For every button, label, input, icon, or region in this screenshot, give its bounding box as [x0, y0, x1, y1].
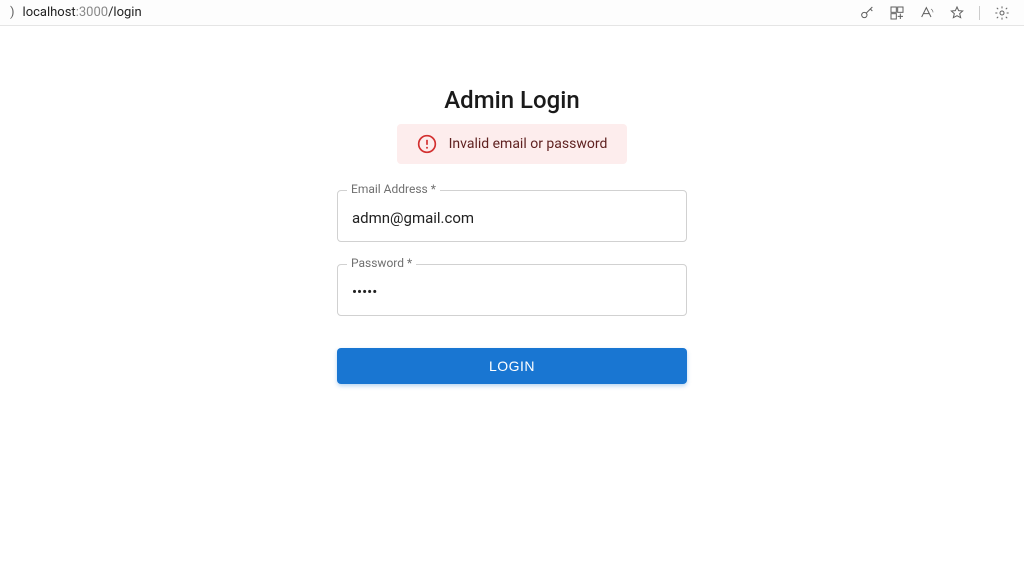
password-label: Password * [347, 256, 416, 270]
url-display[interactable]: ) localhost:3000/login [6, 5, 142, 20]
read-aloud-icon[interactable] [919, 5, 935, 21]
extensions-icon[interactable] [889, 5, 905, 21]
page-title: Admin Login [444, 86, 579, 114]
password-field-wrapper: Password * [337, 264, 687, 316]
login-form: Email Address * Password * LOGIN [337, 190, 687, 384]
error-alert: Invalid email or password [397, 124, 628, 164]
key-icon[interactable] [859, 5, 875, 21]
url-path: /login [108, 5, 142, 20]
email-label: Email Address * [347, 182, 440, 196]
email-field-wrapper: Email Address * [337, 190, 687, 242]
settings-icon[interactable] [994, 5, 1010, 21]
browser-address-bar: ) localhost:3000/login [0, 0, 1024, 26]
browser-toolbar-icons [859, 5, 1018, 21]
login-page: Admin Login Invalid email or password Em… [0, 26, 1024, 384]
email-field[interactable] [337, 190, 687, 242]
url-port: :3000 [76, 5, 108, 20]
favorite-icon[interactable] [949, 5, 965, 21]
url-prefix: ) [10, 5, 15, 20]
toolbar-divider [979, 6, 980, 20]
url-host: localhost [23, 5, 76, 20]
password-field[interactable] [337, 264, 687, 316]
error-icon [417, 134, 437, 154]
error-text: Invalid email or password [449, 136, 608, 152]
login-button[interactable]: LOGIN [337, 348, 687, 384]
